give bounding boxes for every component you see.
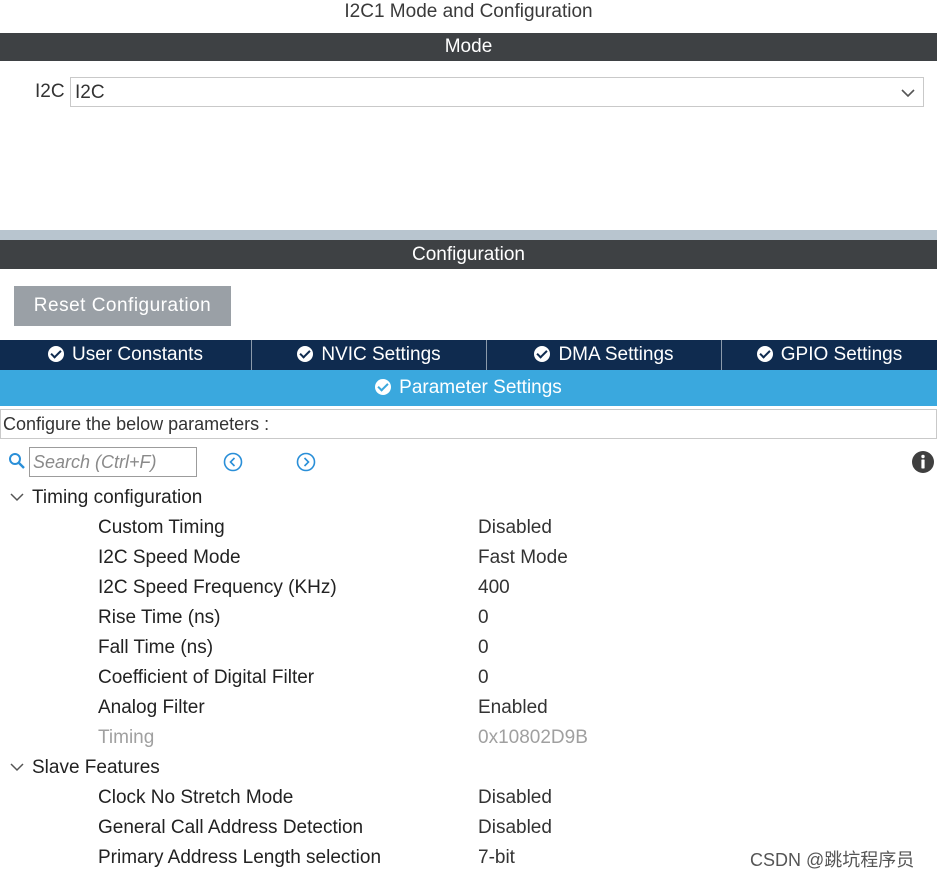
- tab-label: GPIO Settings: [780, 344, 903, 365]
- param-value[interactable]: 400: [478, 577, 510, 599]
- tab-parameter-settings[interactable]: Parameter Settings: [0, 370, 937, 406]
- param-name: Custom Timing: [98, 517, 225, 538]
- arrow-left-circle-icon[interactable]: [223, 452, 243, 472]
- check-circle-icon: [48, 346, 65, 362]
- configuration-header: Configuration: [0, 240, 937, 269]
- search-input[interactable]: Search (Ctrl+F): [29, 447, 197, 477]
- check-circle-icon: [297, 346, 314, 362]
- param-value[interactable]: Disabled: [478, 817, 552, 839]
- group-title: Timing configuration: [32, 487, 203, 508]
- param-value[interactable]: Fast Mode: [478, 547, 568, 569]
- param-name: Clock No Stretch Mode: [98, 787, 294, 808]
- check-circle-icon: [375, 379, 392, 395]
- param-name: Analog Filter: [98, 697, 205, 718]
- tab-label: NVIC Settings: [321, 344, 441, 365]
- watermark: CSDN @跳坑程序员: [750, 850, 915, 870]
- section-separator: [0, 230, 937, 240]
- window-title: I2C1 Mode and Configuration: [344, 1, 593, 22]
- tab-label: Parameter Settings: [399, 377, 562, 398]
- param-name: I2C Speed Frequency (KHz): [98, 577, 337, 598]
- chevron-down-icon: [901, 89, 915, 98]
- settings-tab-bar: User Constants NVIC Settings DMA Setting…: [0, 340, 937, 370]
- tab-dma-settings[interactable]: DMA Settings: [487, 340, 722, 370]
- mode-header: Mode: [0, 33, 937, 61]
- info-icon[interactable]: [911, 450, 935, 474]
- param-value[interactable]: 0: [478, 607, 489, 629]
- param-name: Timing: [98, 727, 155, 748]
- search-icon: [9, 453, 25, 469]
- param-name: Rise Time (ns): [98, 607, 221, 628]
- tab-gpio-settings[interactable]: GPIO Settings: [722, 340, 937, 370]
- tab-user-constants[interactable]: User Constants: [0, 340, 252, 370]
- param-value[interactable]: Enabled: [478, 697, 548, 719]
- param-value[interactable]: Disabled: [478, 787, 552, 809]
- param-name: Fall Time (ns): [98, 637, 214, 658]
- check-circle-icon: [534, 346, 551, 362]
- group-title: Slave Features: [32, 757, 160, 778]
- param-name: Coefficient of Digital Filter: [98, 667, 315, 688]
- param-value: 0x10802D9B: [478, 727, 588, 748]
- collapse-chevron-icon: [10, 493, 24, 502]
- group-timing-configuration[interactable]: Timing configuration: [10, 487, 202, 509]
- param-name: Primary Address Length selection: [98, 847, 382, 868]
- reset-configuration-button[interactable]: Reset Configuration: [14, 286, 231, 326]
- i2c-mode-select[interactable]: I2C: [70, 77, 924, 107]
- i2c-mode-label: I2C: [35, 81, 65, 102]
- param-value[interactable]: Disabled: [478, 517, 552, 539]
- param-value[interactable]: 0: [478, 667, 489, 689]
- i2c-mode-value: I2C: [75, 82, 105, 103]
- tab-label: User Constants: [72, 344, 203, 365]
- parameters-description: Configure the below parameters :: [0, 409, 937, 439]
- collapse-chevron-icon: [10, 763, 24, 772]
- param-value[interactable]: 0: [478, 637, 489, 659]
- group-slave-features[interactable]: Slave Features: [10, 757, 160, 779]
- param-name: I2C Speed Mode: [98, 547, 241, 568]
- arrow-right-circle-icon[interactable]: [296, 452, 316, 472]
- tab-label: DMA Settings: [558, 344, 674, 365]
- param-value[interactable]: 7-bit: [478, 847, 515, 869]
- param-name: General Call Address Detection: [98, 817, 364, 838]
- check-circle-icon: [756, 346, 773, 362]
- tab-nvic-settings[interactable]: NVIC Settings: [252, 340, 487, 370]
